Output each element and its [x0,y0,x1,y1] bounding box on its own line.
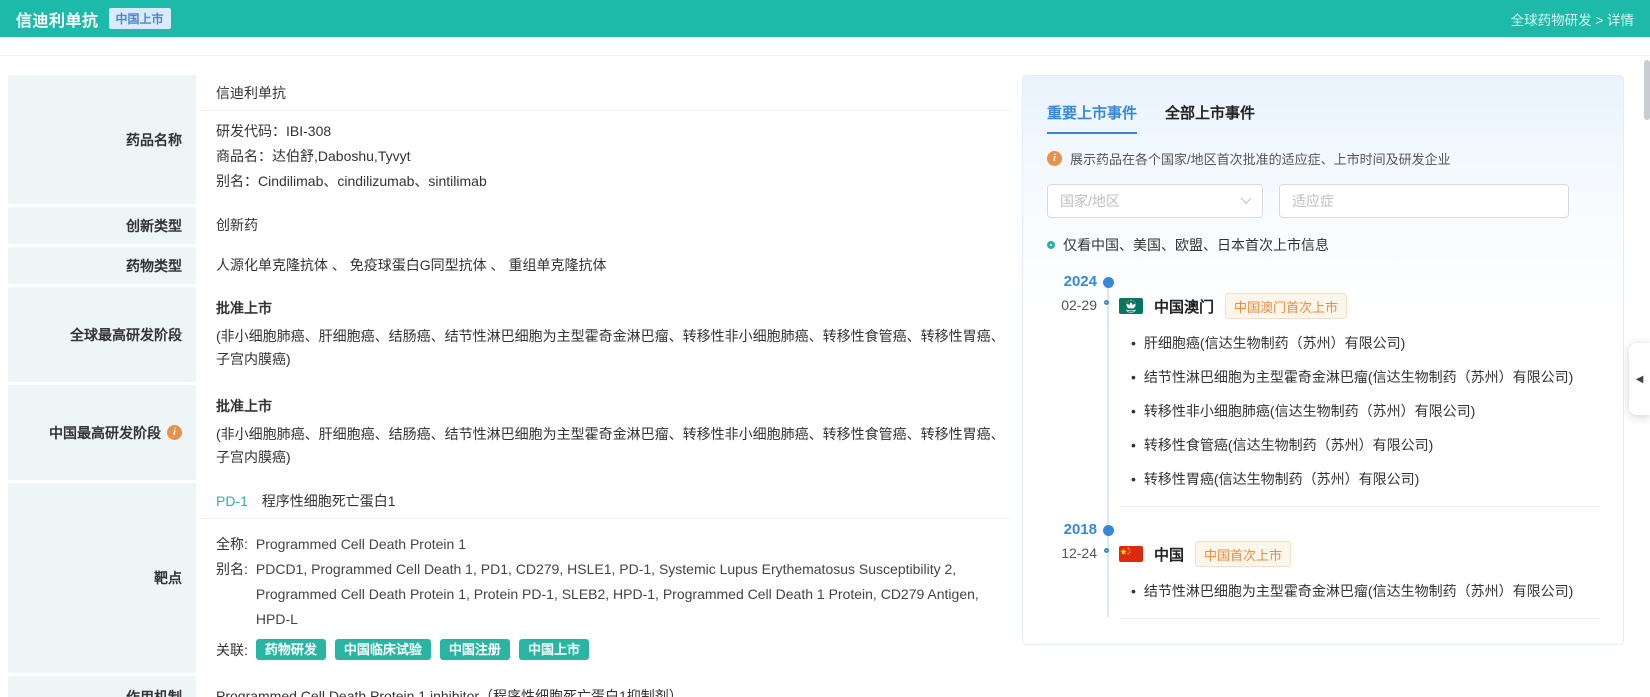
china-stage-value: 批准上市 [216,398,272,414]
row-label: 作用机制 [8,676,196,697]
dev-code-line: 研发代码：IBI-308 [216,123,332,139]
china-stage-indications: (非小细胞肺癌、肝细胞癌、结肠癌、结节性淋巴细胞为主型霍奇金淋巴瘤、转移性非小细… [216,426,1005,465]
global-stage-value: 批准上市 [216,300,272,316]
tab-important-events[interactable]: 重要上市事件 [1047,102,1138,134]
panel-collapse-button[interactable]: ◀ [1629,343,1650,415]
target-full-name: Programmed Cell Death Protein 1 [255,536,466,552]
event-region: 中国 [1154,546,1185,564]
events-tabs: 重要上市事件 全部上市事件 [1047,102,1599,134]
target-name: 程序性细胞死亡蛋白1 [261,493,396,509]
event-indication-item: 结节性淋巴细胞为主型霍奇金淋巴瘤(信达生物制药（苏州）有限公司) [1131,368,1599,387]
row-label: 创新类型 [8,207,196,244]
event-indication-item: 结节性淋巴细胞为主型霍奇金淋巴瘤(信达生物制药（苏州）有限公司) [1131,582,1599,601]
target-alias-line1: PDCD1, Programmed Cell Death 1, PD1, CD2… [255,561,957,577]
scrollbar-thumb[interactable] [1644,60,1650,120]
timeline-date-dot [1103,300,1109,305]
market-status-badge: 中国上市 [108,8,171,29]
info-icon[interactable]: i [167,425,182,440]
breadcrumb[interactable]: 全球药物研发 > 详情 [1511,9,1634,29]
event-date: 02-29 [1061,297,1097,313]
relation-badge-china-registration[interactable]: 中国注册 [439,639,510,660]
info-icon: i [1047,151,1062,166]
relation-badge-china-trials[interactable]: 中国临床试验 [334,639,431,660]
drug-info-table: 药品名称 信迪利单抗 研发代码：IBI-308 商品名：达伯舒,Daboshu,… [8,75,1016,697]
row-label: 靶点 [8,483,196,673]
drug-detail-page: 信迪利单抗 中国上市 全球药物研发 > 详情 药品名称 信迪利单抗 研发代码：I… [0,0,1650,697]
first-launch-badge: 中国首次上市 [1195,541,1292,567]
china-flag-icon [1119,546,1143,562]
table-row-global-stage: 全球最高研发阶段 批准上市 (非小细胞肺癌、肝细胞癌、结肠癌、结节性淋巴细胞为主… [8,287,1016,382]
row-label: 中国最高研发阶段 i [8,385,196,480]
drug-name-value: 信迪利单抗 [196,75,1010,111]
table-row-china-stage: 中国最高研发阶段 i 批准上市 (非小细胞肺癌、肝细胞癌、结肠癌、结节性淋巴细胞… [8,385,1016,480]
target-alias-line2: Programmed Cell Death Protein 1, Protein… [255,586,979,627]
top-bar: 信迪利单抗 中国上市 全球药物研发 > 详情 [0,0,1650,37]
event-divider [1119,618,1599,619]
timeline-event-2024-macau: 2024 02-29 中国澳门 中国澳门首次上市 • 肝细胞癌(信达生物制药（苏… [1047,273,1599,507]
event-indication-item: 转移性食管癌(信达生物制药（苏州）有限公司) [1131,436,1599,455]
table-row-drug-type: 药物类型 人源化单克隆抗体 、 免疫球蛋白G同型抗体 、 重组单克隆抗体 [8,247,1010,284]
event-indication-item: 转移性非小细胞肺癌(信达生物制药（苏州）有限公司) [1131,402,1599,421]
market-events-panel: 重要上市事件 全部上市事件 i 展示药品在各个国家/地区首次批准的适应症、上市时… [1022,75,1624,645]
event-year: 2024 [1063,273,1097,290]
first-launch-radio[interactable] [1047,241,1055,249]
full-name-label: 全称: [216,536,248,552]
header-divider [0,55,1650,56]
global-stage-indications: (非小细胞肺癌、肝细胞癌、结肠癌、结节性淋巴细胞为主型霍奇金淋巴瘤、转移性非小细… [216,328,1005,367]
first-launch-radio-label: 仅看中国、美国、欧盟、日本首次上市信息 [1063,237,1329,253]
chevron-down-icon [1240,192,1252,204]
table-row-innovation-type: 创新类型 创新药 [8,207,1010,244]
event-indication-item: 肝细胞癌(信达生物制药（苏州）有限公司) [1131,334,1599,353]
trade-name-line: 商品名：达伯舒,Daboshu,Tyvyt [216,148,411,164]
event-divider [1119,506,1599,507]
relation-label: 关联: [216,641,248,658]
relation-badge-drug-rd[interactable]: 药物研发 [255,639,326,660]
row-label: 全球最高研发阶段 [8,287,196,382]
mechanism-value: Programmed Cell Death Protein 1 inhibito… [196,676,1010,697]
timeline-date-dot [1103,548,1109,553]
timeline-event-2018-china: 2018 12-24 中国 中国首次上市 • 结节性淋巴细胞为主型霍奇金淋巴瘤(… [1047,521,1599,619]
table-row-name: 药品名称 信迪利单抗 研发代码：IBI-308 商品名：达伯舒,Daboshu,… [8,75,1010,204]
row-label: 药品名称 [8,75,196,204]
alias-line: 别名：Cindilimab、cindilizumab、sintilimab [216,173,487,189]
country-region-select[interactable]: 国家/地区 [1047,184,1263,218]
indication-input[interactable] [1279,184,1569,218]
event-year: 2018 [1063,521,1097,538]
alias-label: 别名: [216,561,248,577]
timeline-year-dot [1102,525,1114,536]
timeline-year-dot [1102,277,1114,288]
table-row-target: 靶点 PD-1 程序性细胞死亡蛋白1 全称: Programmed Cell D… [8,483,1010,673]
collapse-left-icon: ◀ [1635,373,1644,385]
event-date: 12-24 [1061,545,1097,561]
relation-badge-china-market[interactable]: 中国上市 [518,639,589,660]
event-indication-item: 转移性胃癌(信达生物制药（苏州）有限公司) [1131,470,1599,489]
innovation-type-value: 创新药 [196,207,1010,244]
row-label: 药物类型 [8,247,196,284]
event-region: 中国澳门 [1154,298,1215,316]
events-timeline: 2024 02-29 中国澳门 中国澳门首次上市 • 肝细胞癌(信达生物制药（苏… [1047,273,1599,619]
macau-flag-icon [1119,298,1143,314]
tab-all-events[interactable]: 全部上市事件 [1165,102,1255,134]
first-launch-badge: 中国澳门首次上市 [1225,293,1348,319]
country-region-placeholder: 国家/地区 [1060,193,1120,209]
target-link[interactable]: PD-1 [216,493,248,509]
events-info-note: 展示药品在各个国家/地区首次批准的适应症、上市时间及研发企业 [1070,152,1451,167]
table-row-mechanism: 作用机制 Programmed Cell Death Protein 1 inh… [8,676,1010,697]
drug-type-value: 人源化单克隆抗体 、 免疫球蛋白G同型抗体 、 重组单克隆抗体 [196,247,1010,284]
page-title: 信迪利单抗 [16,12,99,30]
